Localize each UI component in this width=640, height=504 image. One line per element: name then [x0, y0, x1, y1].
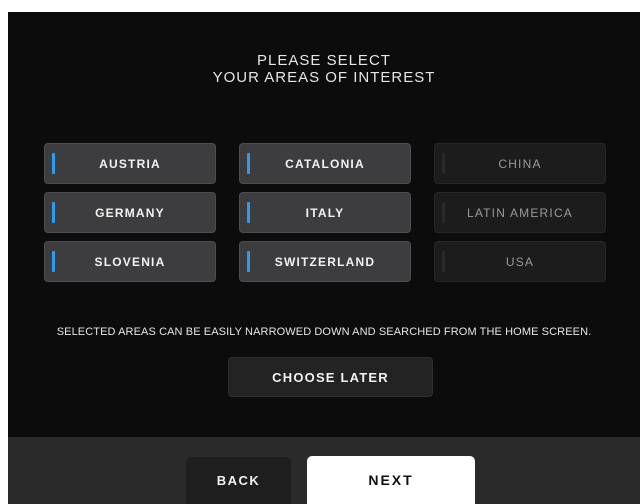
area-button-slovenia[interactable]: SLOVENIA — [44, 241, 216, 282]
area-label: USA — [505, 254, 535, 269]
area-label: SWITZERLAND — [274, 254, 376, 269]
app-screen: PLEASE SELECT YOUR AREAS OF INTEREST AUS… — [8, 12, 640, 504]
area-button-usa[interactable]: USA — [434, 241, 606, 282]
info-note: SELECTED AREAS CAN BE EASILY NARROWED DO… — [56, 326, 592, 338]
page-title: PLEASE SELECT YOUR AREAS OF INTEREST — [8, 52, 640, 86]
area-button-austria[interactable]: AUSTRIA — [44, 143, 216, 184]
area-button-italy[interactable]: ITALY — [239, 192, 411, 233]
area-button-catalonia[interactable]: CATALONIA — [239, 143, 411, 184]
area-button-china[interactable]: CHINA — [434, 143, 606, 184]
title-line-1: PLEASE SELECT — [257, 52, 391, 69]
area-button-germany[interactable]: GERMANY — [44, 192, 216, 233]
area-button-switzerland[interactable]: SWITZERLAND — [239, 241, 411, 282]
area-label: SLOVENIA — [94, 254, 166, 269]
title-line-2: YOUR AREAS OF INTEREST — [212, 69, 436, 86]
area-label: CHINA — [498, 156, 542, 171]
next-button[interactable]: NEXT — [307, 456, 475, 504]
choose-later-button[interactable]: CHOOSE LATER — [228, 357, 433, 397]
area-label: CATALONIA — [285, 156, 365, 171]
area-label: LATIN AMERICA — [466, 205, 574, 220]
area-grid: AUSTRIA CATALONIA CHINA GERMANY ITALY LA… — [44, 143, 606, 282]
area-label: AUSTRIA — [99, 156, 161, 171]
area-label: ITALY — [305, 205, 345, 220]
area-label: GERMANY — [95, 205, 165, 220]
back-button[interactable]: BACK — [186, 457, 291, 504]
footer-bar: BACK NEXT — [8, 437, 640, 504]
area-button-latin-america[interactable]: LATIN AMERICA — [434, 192, 606, 233]
